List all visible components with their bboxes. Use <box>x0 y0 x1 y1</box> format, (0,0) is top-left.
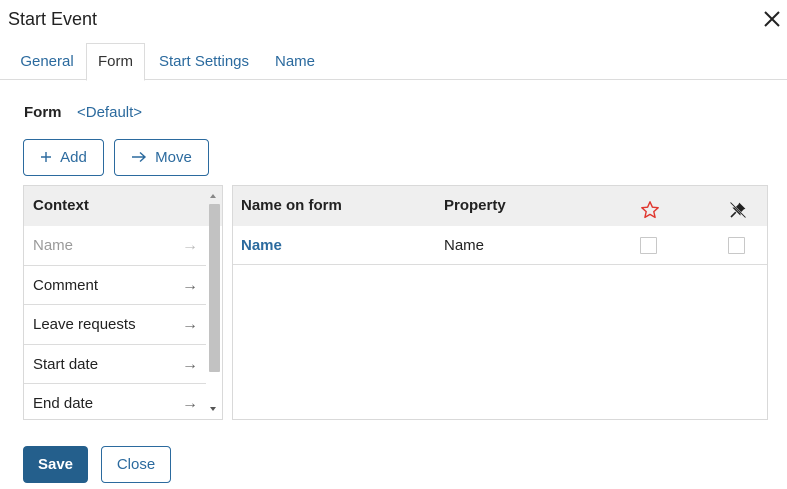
context-header: Context <box>24 186 222 226</box>
form-label: Form <box>24 104 62 121</box>
save-button[interactable]: Save <box>23 446 88 483</box>
context-item-comment[interactable]: Comment → <box>24 266 206 305</box>
row-property: Name <box>444 237 485 254</box>
readonly-checkbox[interactable] <box>728 237 745 254</box>
tab-general[interactable]: General <box>9 43 85 80</box>
scroll-up-icon[interactable] <box>210 194 216 198</box>
arrow-right-icon[interactable]: → <box>182 345 198 384</box>
close-button[interactable]: Close <box>101 446 171 483</box>
grid-header: Name on form Property <box>233 186 767 226</box>
context-scrollbar[interactable] <box>207 188 220 417</box>
tab-name[interactable]: Name <box>265 43 325 80</box>
arrow-right-icon: → <box>182 237 198 254</box>
context-item-label: Start date <box>33 355 99 373</box>
pin-icon <box>728 196 748 219</box>
form-fields-grid: Name on form Property Name Name <box>232 185 768 420</box>
column-header-name-on-form: Name on form <box>241 197 342 214</box>
context-item-start-date[interactable]: Start date → <box>24 345 206 384</box>
move-button[interactable]: Move <box>114 139 209 176</box>
context-item-label: Name <box>33 237 74 254</box>
scroll-down-icon[interactable] <box>210 407 216 411</box>
arrow-right-icon[interactable]: → <box>182 384 198 419</box>
tab-bar: General Form Start Settings Name <box>0 43 787 81</box>
add-button-label: Add <box>60 149 87 166</box>
context-item-label: End date <box>33 395 94 412</box>
move-button-label: Move <box>155 149 192 166</box>
context-item-label: Leave requests <box>33 316 136 333</box>
arrow-right-icon[interactable]: → <box>182 305 198 344</box>
tab-start-settings[interactable]: Start Settings <box>148 43 260 80</box>
tab-form[interactable]: Form <box>86 43 145 81</box>
column-header-property: Property <box>444 197 506 214</box>
scroll-thumb[interactable] <box>209 204 220 372</box>
context-panel: Context Name → Comment → Leave requests … <box>23 185 223 420</box>
plus-icon <box>40 149 52 166</box>
arrow-right-icon <box>131 149 147 166</box>
required-checkbox[interactable] <box>640 237 657 254</box>
table-row[interactable]: Name Name <box>233 226 767 265</box>
star-icon <box>640 196 660 219</box>
close-icon[interactable] <box>762 9 782 29</box>
add-button[interactable]: Add <box>23 139 104 176</box>
row-name-on-form-link[interactable]: Name <box>241 226 282 265</box>
context-item-label: Comment <box>33 276 99 294</box>
dialog-title: Start Event <box>8 9 98 29</box>
arrow-right-icon[interactable]: → <box>182 266 198 305</box>
context-item-leave-requests[interactable]: Leave requests → <box>24 305 206 345</box>
context-item-name: Name → <box>24 226 206 266</box>
context-item-end-date[interactable]: End date → <box>24 384 206 419</box>
form-default-link[interactable]: <Default> <box>77 104 142 121</box>
